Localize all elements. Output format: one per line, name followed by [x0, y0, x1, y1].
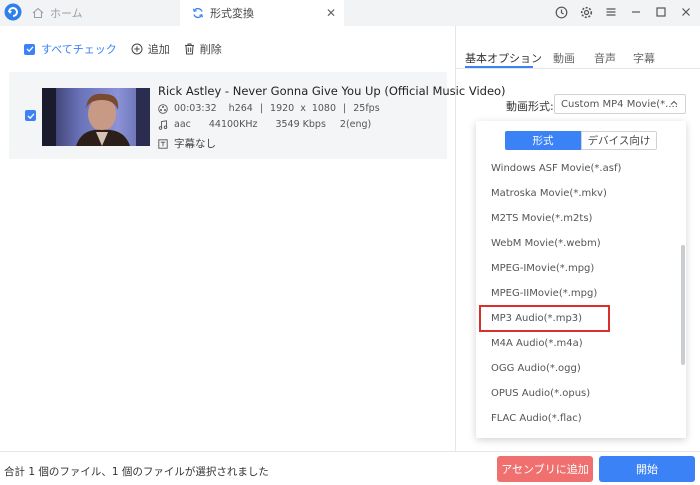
- duration: 00:03:32: [174, 103, 217, 114]
- delete-label: 削除: [199, 43, 222, 56]
- video-width: 1920: [270, 103, 295, 114]
- bitrate: 3549 Kbps: [275, 119, 326, 130]
- select-all-checkbox[interactable]: [24, 43, 35, 55]
- audio-channels: 2(eng): [339, 119, 372, 130]
- tab-convert-label: 形式変換: [210, 7, 254, 20]
- home-icon: [32, 7, 44, 19]
- video-thumbnail: [42, 88, 150, 146]
- maximize-icon[interactable]: [653, 4, 669, 20]
- subtitle-status: 字幕なし: [174, 138, 216, 150]
- start-button[interactable]: 開始: [599, 456, 695, 482]
- format-category-switch: 形式 デバイス向け: [505, 131, 657, 150]
- audio-meta-row: aac 44100KHz 3549 Kbps 2(eng): [158, 119, 371, 130]
- tab-home-label: ホーム: [50, 7, 83, 20]
- separator: |: [343, 103, 347, 114]
- file-item[interactable]: Rick Astley - Never Gonna Give You Up (O…: [9, 72, 506, 159]
- seg-device[interactable]: デバイス向け: [581, 131, 657, 150]
- menu-icon[interactable]: [603, 4, 619, 20]
- tab-convert[interactable]: 形式変換 ✕: [180, 0, 344, 26]
- subtitle-icon: [158, 138, 168, 149]
- audio-codec: aac: [174, 119, 191, 130]
- tabs-divider: [456, 68, 700, 69]
- format-option[interactable]: MPEG-IMovie(*.mpg): [491, 263, 594, 274]
- video-meta-row: 00:03:32 h264 | 1920 x 1080 | 25fps: [158, 103, 380, 114]
- dropdown-scrollbar[interactable]: [680, 121, 686, 438]
- panel-divider: [455, 26, 456, 451]
- format-option[interactable]: Windows ASF Movie(*.asf): [491, 163, 621, 174]
- tab-basic-options[interactable]: 基本オプション: [465, 50, 542, 66]
- file-title: Rick Astley - Never Gonna Give You Up (O…: [158, 84, 506, 98]
- film-reel-icon: [158, 103, 168, 114]
- options-tabs: 基本オプション 動画 音声 字幕: [465, 50, 695, 66]
- app-logo-icon: [4, 3, 22, 21]
- minimize-icon[interactable]: [628, 4, 644, 20]
- tab-subtitle[interactable]: 字幕: [633, 50, 655, 66]
- refresh-icon: [192, 7, 204, 19]
- delete-button[interactable]: 削除: [184, 41, 222, 57]
- sample-rate: 44100KHz: [208, 119, 258, 130]
- video-height: 1080: [311, 103, 337, 114]
- select-all-label[interactable]: すべてチェック: [41, 41, 117, 57]
- resolution-x: x: [300, 103, 306, 114]
- chevron-up-icon: [670, 100, 678, 105]
- history-icon[interactable]: [553, 4, 569, 20]
- trash-icon: [184, 43, 194, 55]
- add-to-assembly-button[interactable]: アセンブリに追加: [497, 456, 593, 482]
- tab-video[interactable]: 動画: [553, 50, 575, 66]
- music-note-icon: [158, 119, 168, 130]
- format-option[interactable]: OGG Audio(*.ogg): [491, 363, 581, 374]
- file-toolbar: すべてチェック 追加 削除: [24, 40, 236, 58]
- add-circle-icon: [131, 43, 143, 55]
- format-option[interactable]: WebM Movie(*.webm): [491, 238, 601, 249]
- format-option[interactable]: OPUS Audio(*.opus): [491, 388, 590, 399]
- check-icon: [26, 46, 33, 53]
- format-dropdown: 形式 デバイス向け Windows ASF Movie(*.asf) Matro…: [476, 121, 686, 438]
- tab-audio[interactable]: 音声: [594, 50, 616, 66]
- format-option[interactable]: M2TS Movie(*.m2ts): [491, 213, 592, 224]
- file-checkbox[interactable]: [25, 110, 36, 121]
- check-icon: [27, 112, 34, 119]
- format-option[interactable]: FLAC Audio(*.flac): [491, 413, 582, 424]
- title-bar: ホーム 形式変換 ✕: [0, 0, 700, 26]
- video-codec: h264: [228, 103, 253, 114]
- video-format-label: 動画形式:: [506, 100, 554, 113]
- footer-divider: [0, 451, 700, 452]
- format-option[interactable]: MPEG-IIMovie(*.mpg): [491, 288, 597, 299]
- seg-format[interactable]: 形式: [505, 131, 581, 150]
- frame-rate: 25fps: [353, 103, 380, 114]
- window-controls: [553, 4, 694, 20]
- scrollbar-thumb[interactable]: [681, 245, 685, 365]
- separator: |: [259, 103, 264, 114]
- format-option[interactable]: Matroska Movie(*.mkv): [491, 188, 607, 199]
- tab-home[interactable]: ホーム: [24, 0, 180, 26]
- subtitle-meta-row: 字幕なし: [158, 136, 216, 151]
- window-close-icon[interactable]: [678, 4, 694, 20]
- add-label: 追加: [147, 43, 170, 56]
- status-text: 合計 1 個のファイル、1 個のファイルが選択されました: [4, 466, 269, 478]
- selected-format: Custom MP4 Movie(*....: [561, 98, 678, 110]
- video-format-select[interactable]: Custom MP4 Movie(*....: [554, 94, 686, 114]
- gear-icon[interactable]: [578, 4, 594, 20]
- format-option[interactable]: M4A Audio(*.m4a): [491, 338, 583, 349]
- highlight-box: [479, 305, 610, 332]
- close-icon[interactable]: ✕: [326, 6, 336, 20]
- add-button[interactable]: 追加: [131, 41, 170, 57]
